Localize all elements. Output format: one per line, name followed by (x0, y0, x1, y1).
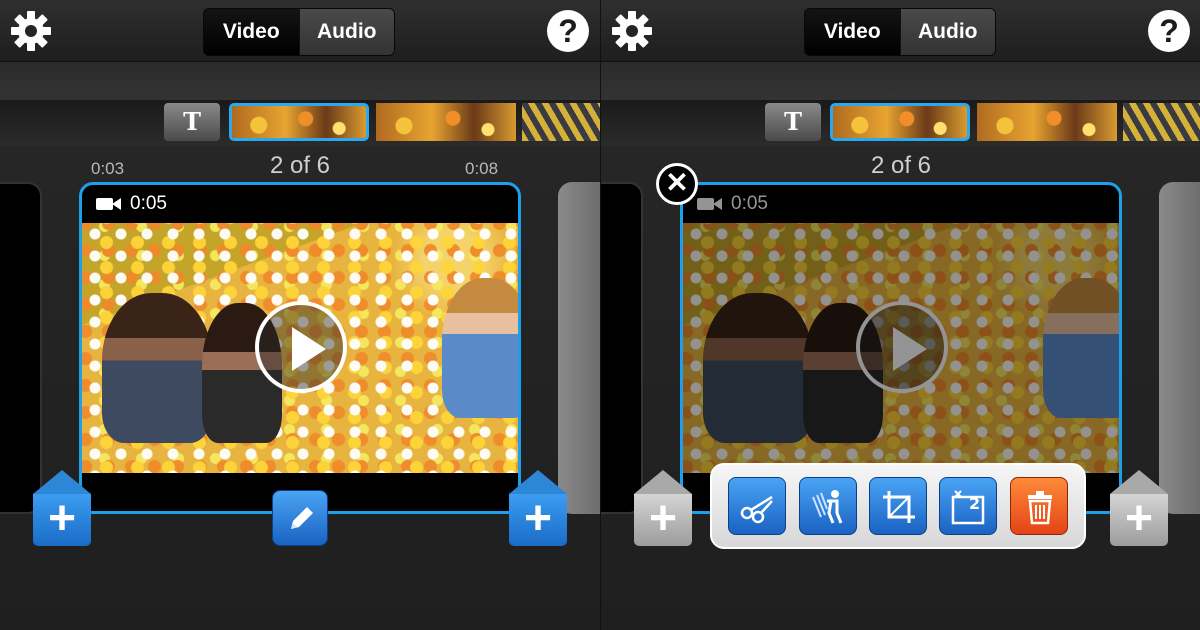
speed-icon (811, 490, 842, 524)
edit-clip-button[interactable] (272, 490, 328, 546)
tab-audio[interactable]: Audio (899, 9, 995, 55)
split-clip-button[interactable] (728, 477, 787, 535)
plus-icon: + (634, 494, 692, 546)
add-clip-before-button[interactable]: + (33, 470, 91, 546)
crop-icon (882, 491, 915, 523)
crop-button[interactable] (868, 477, 927, 535)
edit-screen-left: Video Audio ? T 0:03 2 of 6 0:08 0:05 + … (0, 0, 600, 630)
next-clip[interactable] (1159, 182, 1200, 514)
delete-clip-button[interactable] (1009, 477, 1068, 535)
tab-video[interactable]: Video (204, 9, 299, 55)
speed-button[interactable] (798, 477, 857, 535)
filmstrip-thumb[interactable] (522, 103, 600, 141)
help-icon[interactable]: ? (547, 10, 589, 52)
previous-clip[interactable] (601, 182, 643, 514)
filmstrip-thumb-selected[interactable] (830, 103, 970, 141)
add-clip-after-button[interactable]: + (509, 470, 567, 546)
zoom-icon: 2 (952, 490, 985, 525)
previous-clip[interactable] (0, 182, 42, 514)
gear-icon[interactable] (611, 10, 653, 52)
title-tile[interactable]: T (164, 103, 220, 141)
svg-text:2: 2 (969, 494, 980, 513)
plus-icon: + (33, 494, 91, 546)
clip-card[interactable]: 0:05 (79, 182, 521, 514)
video-camera-icon (96, 196, 122, 212)
filmstrip-thumb-selected[interactable] (229, 103, 369, 141)
clip-duration: 0:05 (130, 193, 167, 214)
video-audio-toggle: Video Audio (804, 8, 996, 56)
next-clip[interactable] (558, 182, 600, 514)
top-bar: Video Audio ? (601, 0, 1200, 62)
plus-icon: + (509, 494, 567, 546)
trash-icon (1027, 491, 1052, 525)
clip-counter: 2 of 6 (269, 152, 331, 179)
filmstrip-thumb[interactable] (977, 103, 1117, 141)
clip-edit-toolbar: 2 (710, 463, 1086, 549)
clip-end-time: 0:08 (465, 159, 499, 178)
tab-audio[interactable]: Audio (298, 9, 394, 55)
video-audio-toggle: Video Audio (203, 8, 395, 56)
gear-icon[interactable] (10, 10, 52, 52)
filmstrip-thumb[interactable] (376, 103, 516, 141)
top-bar: Video Audio ? (0, 0, 600, 62)
pencil-icon (291, 507, 313, 529)
play-button[interactable] (255, 301, 347, 393)
close-icon[interactable]: ✕ (656, 163, 698, 205)
add-clip-before-button[interactable]: + (634, 470, 692, 546)
title-tile[interactable]: T (765, 103, 821, 141)
add-clip-after-button[interactable]: + (1110, 470, 1168, 546)
zoom-button[interactable]: 2 (939, 477, 998, 535)
scissors-icon (740, 495, 774, 524)
plus-icon: + (1110, 494, 1168, 546)
tab-video[interactable]: Video (805, 9, 900, 55)
video-preview (82, 223, 518, 473)
filmstrip-thumb[interactable] (1123, 103, 1200, 141)
clip-header: 0:05 (96, 193, 167, 215)
help-icon[interactable]: ? (1148, 10, 1190, 52)
